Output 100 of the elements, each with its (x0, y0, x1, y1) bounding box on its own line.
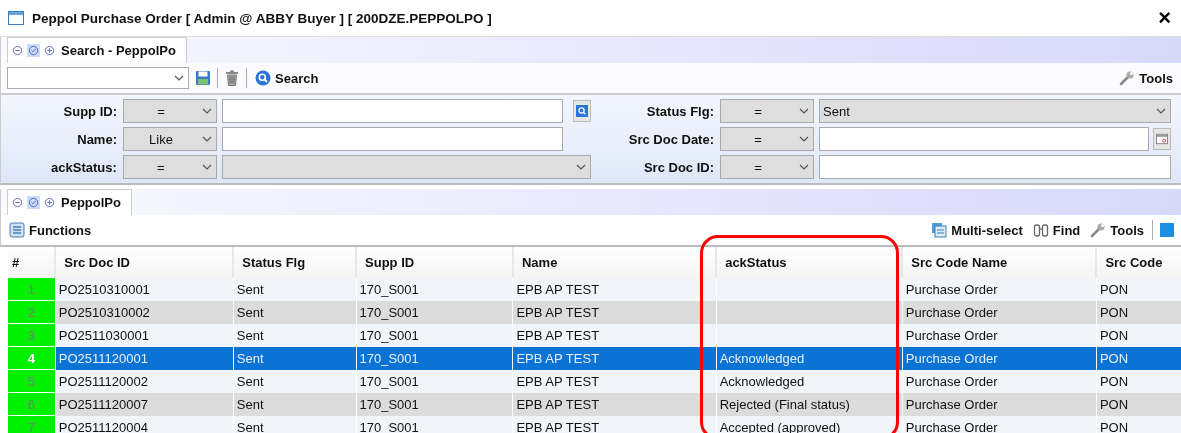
filter-label: Name: (76, 131, 118, 147)
table-cell: Purchase Order (902, 300, 1097, 324)
operator-dropdown[interactable]: = (720, 155, 814, 179)
operator-dropdown[interactable]: = (123, 99, 217, 123)
expand-icon[interactable] (44, 45, 55, 56)
filter-label: Status Flg: (645, 103, 715, 119)
column-header[interactable]: Supp ID (356, 247, 513, 278)
table-cell: Sent (233, 300, 357, 324)
close-button[interactable]: × (1156, 7, 1173, 29)
tools-button[interactable]: Tools (1117, 70, 1175, 86)
table-cell: PO2511120002 (55, 369, 234, 393)
caret-icon (201, 164, 212, 170)
square-icon[interactable] (1159, 222, 1175, 238)
table-cell: PO2511030001 (55, 323, 234, 347)
filter-label: Supp ID: (62, 103, 118, 119)
table-cell: 6 (8, 392, 56, 416)
table-cell: Sent (233, 323, 357, 347)
table-cell: Sent (233, 278, 357, 301)
caret-icon (799, 108, 809, 114)
column-header[interactable]: ackStatus (716, 247, 903, 278)
table-cell: 170_S001 (356, 300, 513, 324)
table-row[interactable]: 1 PO2510310001 Sent 170_S001 EPB AP TEST Purchase Order PON (8, 278, 1181, 301)
lookup-button[interactable] (573, 100, 591, 122)
operator-dropdown[interactable]: Like (123, 127, 217, 151)
caret-icon (1156, 108, 1166, 114)
search-button[interactable]: Search (253, 70, 321, 86)
collapse-icon[interactable] (12, 45, 23, 56)
column-header[interactable]: Src Doc ID (55, 247, 234, 278)
wrench-icon (1119, 70, 1136, 86)
operator-dropdown[interactable]: = (122, 155, 217, 179)
table-cell: Purchase Order (902, 392, 1097, 416)
calendar-button[interactable] (1153, 128, 1171, 150)
table-cell: 170_S001 (356, 278, 513, 301)
input-field[interactable] (819, 155, 1171, 179)
caret-icon (174, 75, 184, 81)
search-tab[interactable]: Search - PeppolPo (7, 37, 187, 63)
search-icon (255, 70, 271, 86)
find-button[interactable]: Find (1030, 222, 1083, 238)
caret-icon (202, 136, 212, 142)
filter-label: Src Doc Date: (627, 131, 715, 147)
caret-icon (799, 136, 809, 142)
table-row[interactable]: 6 PO2511120007 Sent 170_S001 EPB AP TEST Rejected (Final status) Purchase Order PON (8, 392, 1181, 416)
table-cell: PO2511120007 (55, 392, 234, 416)
input-field[interactable] (222, 127, 563, 151)
date-field[interactable] (819, 127, 1149, 151)
window-title: Peppol Purchase Order [ Admin @ ABBY Buyer ] [ 200DZE.PEPPOLPO ] (32, 10, 492, 26)
operator-dropdown[interactable]: = (720, 127, 814, 151)
column-header[interactable]: Status Flg (233, 247, 357, 278)
list-tab[interactable]: PeppolPo (7, 189, 132, 215)
column-header[interactable]: Src Code (1096, 247, 1181, 278)
column-header[interactable]: # (8, 247, 56, 278)
input-field[interactable] (222, 99, 563, 123)
table-cell: Purchase Order (902, 278, 1097, 301)
wrench-icon (1090, 222, 1107, 238)
check-icon[interactable] (27, 196, 40, 209)
table-cell: 170_S001 (356, 369, 513, 393)
table-row[interactable]: 3 PO2511030001 Sent 170_S001 EPB AP TEST Purchase Order PON (8, 323, 1181, 347)
table-cell: 170_S001 (356, 346, 513, 370)
table-cell: PO2510310001 (55, 278, 234, 301)
table-cell: 4 (8, 346, 56, 370)
table-cell: EPB AP TEST (512, 278, 717, 301)
caret-icon (202, 108, 212, 114)
table-cell: Purchase Order (902, 369, 1097, 393)
table-cell: 170_S001 (356, 392, 513, 416)
window-icon (8, 11, 24, 25)
expand-icon[interactable] (44, 197, 55, 208)
table-cell: PO2511120001 (55, 346, 234, 370)
table-cell: Sent (233, 369, 357, 393)
collapse-icon[interactable] (12, 197, 23, 208)
table-cell: Purchase Order (902, 323, 1097, 347)
value-dropdown[interactable]: Sent (819, 99, 1171, 123)
table-cell: 5 (8, 369, 56, 393)
trash-icon[interactable] (224, 70, 240, 86)
binoculars-icon (1032, 222, 1049, 238)
table-cell: 2 (8, 300, 56, 324)
table-cell: PO2510310002 (55, 300, 234, 324)
table-row[interactable]: 5 PO2511120002 Sent 170_S001 EPB AP TEST Acknowledged Purchase Order PON (8, 369, 1181, 393)
saved-search-dropdown[interactable] (7, 67, 189, 89)
table-cell: 170_S001 (356, 323, 513, 347)
table-cell: 1 (8, 278, 56, 301)
caret-icon (799, 164, 809, 170)
save-icon[interactable] (195, 70, 211, 86)
table-row[interactable]: 4 PO2511120001 Sent 170_S001 EPB AP TEST Acknowledged Purchase Order PON (8, 346, 1181, 370)
table-cell: PON (1096, 278, 1181, 301)
multi-select-button[interactable]: Multi-select (929, 222, 1025, 238)
table-cell: Sent (233, 346, 357, 370)
check-icon[interactable] (27, 44, 40, 57)
caret-icon (576, 164, 586, 170)
column-header[interactable]: Src Code Name (902, 247, 1097, 278)
operator-dropdown[interactable]: = (720, 99, 814, 123)
filter-label: ackStatus: (50, 159, 118, 175)
list-icon (9, 222, 25, 238)
stacked-pages-icon (931, 222, 948, 238)
table-row[interactable]: 2 PO2510310002 Sent 170_S001 EPB AP TEST Purchase Order PON (8, 300, 1181, 324)
column-header[interactable]: Name (512, 247, 717, 278)
table-cell: Sent (233, 392, 357, 416)
table-cell: 3 (8, 323, 56, 347)
tools-button[interactable]: Tools (1088, 222, 1146, 238)
filter-label: Src Doc ID: (642, 159, 715, 175)
functions-button[interactable]: Functions (7, 222, 94, 238)
